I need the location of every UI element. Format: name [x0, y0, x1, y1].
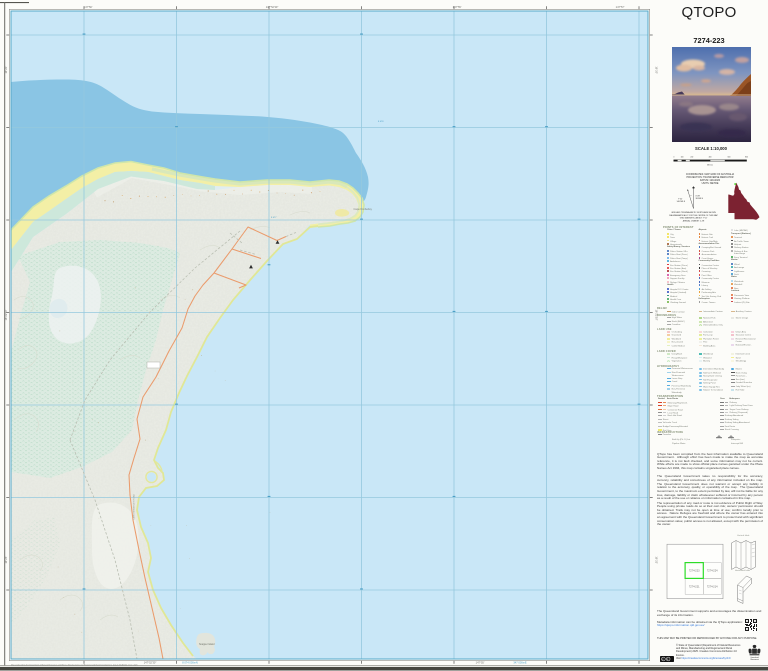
svg-text:147°55': 147°55' — [476, 661, 485, 665]
svg-text:Snapper Island: Snapper Island — [199, 643, 215, 646]
svg-text:7274-223: 7274-223 — [689, 570, 700, 573]
svg-text:200: 200 — [690, 156, 693, 158]
svg-text:147°55': 147°55' — [453, 5, 462, 9]
svg-text:8 074 000mN: 8 074 000mN — [182, 661, 198, 665]
svg-text:GRID MAGNETIC ANGLE: 7°52': GRID MAGNETIC ANGLE: 7°52' — [680, 217, 708, 220]
svg-text:100: 100 — [681, 156, 684, 158]
svg-text:800: 800 — [745, 156, 748, 158]
svg-text:0: 0 — [673, 156, 674, 158]
svg-text:Cape Kimberley: Cape Kimberley — [354, 207, 373, 211]
svg-text:7274-224: 7274-224 — [707, 570, 718, 573]
svg-text:600: 600 — [728, 156, 731, 158]
svg-text:147°52'30": 147°52'30" — [144, 661, 157, 665]
svg-text:DIAGRAMMATICALLY FOR THE CENTR: DIAGRAMMATICALLY FOR THE CENTRE OF THIS … — [669, 214, 718, 217]
svg-text:Map produced by the Department: Map produced by the Department of Natura… — [11, 663, 138, 666]
svg-text:140 MILS: 140 MILS — [677, 201, 686, 203]
svg-text:GRID AND TRUE/MAGNETIC NORTH A: GRID AND TRUE/MAGNETIC NORTH ARE SHOWN — [671, 211, 716, 214]
svg-text:147°50': 147°50' — [84, 5, 93, 9]
svg-text:ANNUAL CHANGE: 2.4'E: ANNUAL CHANGE: 2.4'E — [683, 219, 705, 222]
svg-text:7274-214: 7274-214 — [707, 585, 718, 588]
svg-text:7274-221: 7274-221 — [689, 585, 700, 588]
svg-text:147°52'30": 147°52'30" — [266, 5, 279, 9]
svg-text:16°22'30": 16°22'30" — [4, 309, 8, 320]
svg-text:38 MILS: 38 MILS — [696, 198, 704, 200]
svg-text:Metres: Metres — [707, 163, 713, 166]
svg-text:400: 400 — [709, 156, 712, 158]
svg-text:8 077: 8 077 — [271, 217, 277, 219]
svg-text:147°57': 147°57' — [616, 5, 625, 9]
svg-text:347 000mE: 347 000mE — [513, 661, 527, 665]
svg-text:8 078: 8 078 — [378, 121, 384, 123]
svg-text:16°20': 16°20' — [4, 66, 8, 74]
svg-text:CAPE KIMBERLEY ROAD: CAPE KIMBERLEY ROAD — [133, 494, 136, 520]
svg-text:Queensland: Queensland — [750, 657, 758, 659]
svg-text:16°25': 16°25' — [4, 556, 8, 564]
